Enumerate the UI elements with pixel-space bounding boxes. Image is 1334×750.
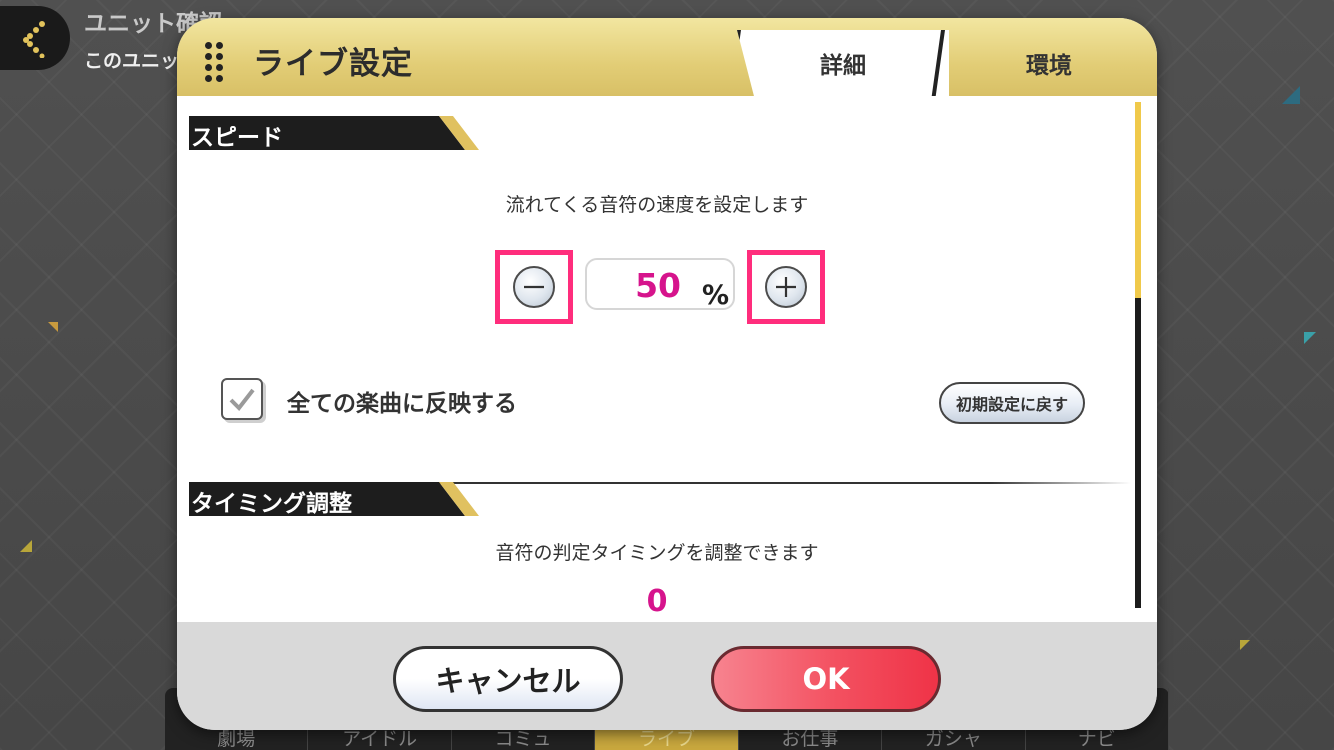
speed-description: 流れてくる音符の速度を設定します xyxy=(505,194,809,216)
ok-button[interactable]: OK xyxy=(711,646,941,712)
minus-circle-icon xyxy=(524,285,544,289)
scrollbar[interactable] xyxy=(1135,102,1141,608)
speed-unit: % xyxy=(701,280,729,311)
speed-value-field: 50 % xyxy=(585,258,735,311)
back-button[interactable] xyxy=(0,6,70,70)
confetti-shape xyxy=(48,322,58,332)
speed-increase-button[interactable] xyxy=(747,250,825,324)
confetti-shape xyxy=(1304,332,1316,344)
live-settings-dialog: ライブ設定 詳細 環境 スピード 流れてくる音符の速度を設定します 50 % 全… xyxy=(177,18,1157,730)
apply-all-label[interactable]: 全ての楽曲に反映する xyxy=(287,384,517,418)
dialog-body: スピード 流れてくる音符の速度を設定します 50 % 全ての楽曲に反映する 初期… xyxy=(177,96,1157,622)
speed-decrease-button[interactable] xyxy=(495,250,573,324)
plus-circle-icon xyxy=(776,277,796,297)
tab-detail-label: 詳細 xyxy=(820,53,866,79)
tab-environment-label: 環境 xyxy=(1026,53,1072,79)
timing-value: 0 xyxy=(646,584,668,619)
confetti-shape xyxy=(1240,640,1250,650)
cancel-button[interactable]: キャンセル xyxy=(393,646,623,712)
speed-heading: スピード xyxy=(191,125,283,151)
dialog-footer: キャンセル OK xyxy=(177,622,1157,730)
check-icon xyxy=(229,388,255,412)
confetti-shape xyxy=(1282,86,1300,104)
timing-heading: タイミング調整 xyxy=(191,491,352,517)
timing-description: 音符の判定タイミングを調整できます xyxy=(495,542,819,564)
tab-environment[interactable]: 環境 xyxy=(941,30,1157,96)
confetti-shape xyxy=(20,540,32,552)
speed-value: 50 xyxy=(635,266,681,305)
speed-section-header: スピード xyxy=(189,116,479,151)
background-page-subtitle: このユニッ xyxy=(84,50,180,72)
tab-detail[interactable]: 詳細 xyxy=(737,30,949,96)
reset-default-button[interactable]: 初期設定に戻す xyxy=(939,382,1085,424)
dialog-header: ライブ設定 詳細 環境 xyxy=(177,18,1157,96)
apply-all-checkbox[interactable] xyxy=(221,378,263,420)
grip-dots-icon xyxy=(205,42,223,82)
chevron-left-icon xyxy=(23,21,45,58)
dialog-title: ライブ設定 xyxy=(253,46,413,82)
timing-section-header: タイミング調整 xyxy=(189,482,479,517)
